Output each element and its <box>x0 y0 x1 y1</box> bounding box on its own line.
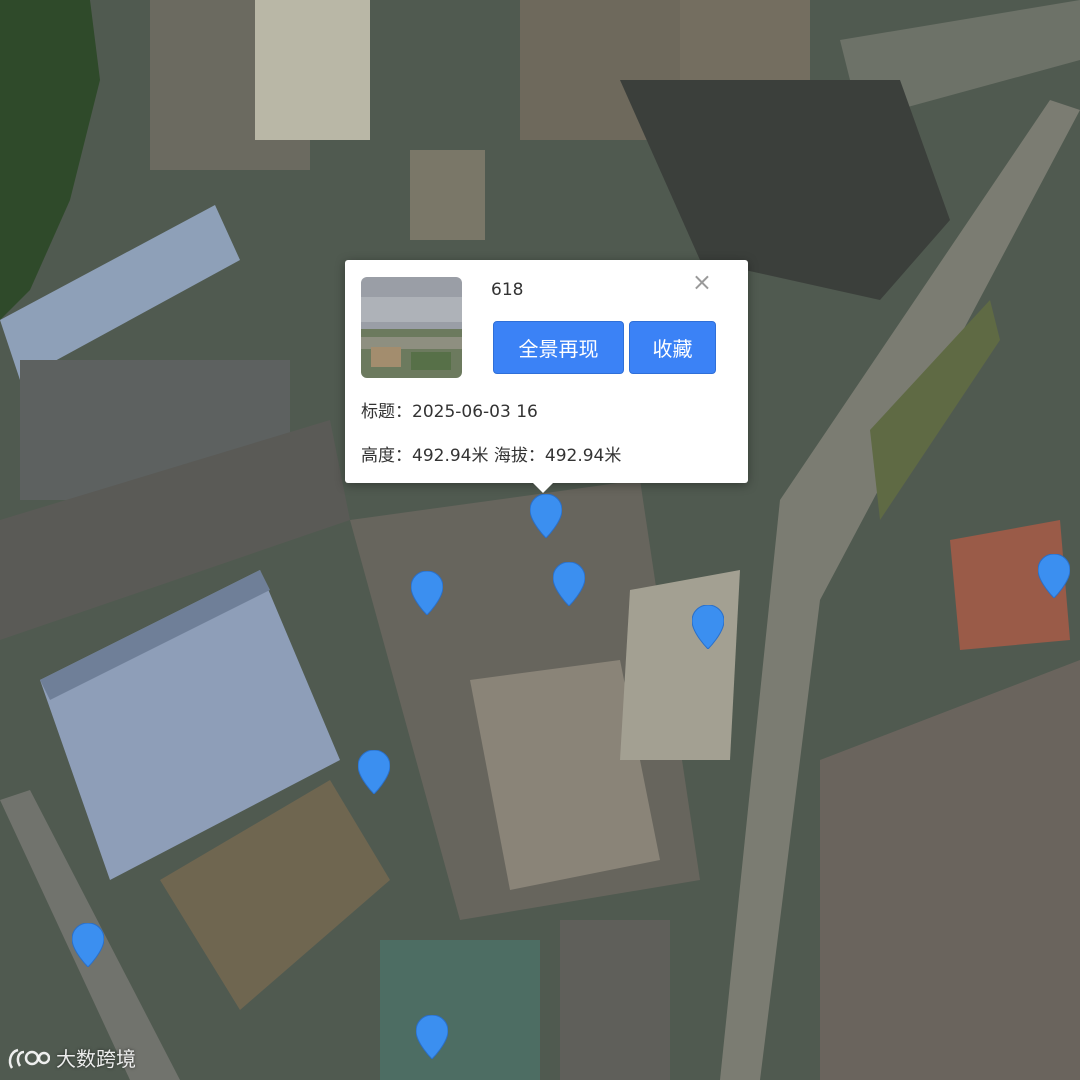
altitude-label: 海拔： <box>493 446 545 466</box>
title-label: 标题： <box>361 402 412 422</box>
map-marker[interactable] <box>411 571 443 615</box>
close-icon[interactable]: × <box>692 270 712 294</box>
info-popup: 618 × 全景再现 收藏 标题：2025-06-03 16 高度：492.94… <box>345 260 748 493</box>
panorama-replay-button[interactable]: 全景再现 <box>493 321 624 374</box>
map-marker[interactable] <box>1038 554 1070 598</box>
location-pin-icon <box>530 494 562 538</box>
location-pin-icon <box>692 605 724 649</box>
title-row: 标题：2025-06-03 16 <box>361 397 538 422</box>
favorite-button[interactable]: 收藏 <box>629 321 716 374</box>
map-marker[interactable] <box>692 605 724 649</box>
popup-id-label: 618 <box>491 280 524 300</box>
height-value: 492.94米 <box>412 446 489 466</box>
map-marker[interactable] <box>530 494 562 538</box>
brand-logo-icon <box>8 1048 50 1069</box>
panorama-thumbnail[interactable] <box>361 277 462 378</box>
watermark: 大数跨境 <box>6 1043 136 1072</box>
location-pin-icon <box>416 1015 448 1059</box>
location-pin-icon <box>358 750 390 794</box>
map-marker[interactable] <box>416 1015 448 1059</box>
location-pin-icon <box>411 571 443 615</box>
location-pin-icon <box>553 562 585 606</box>
height-row: 高度：492.94米 海拔：492.94米 <box>361 441 621 466</box>
map-marker[interactable] <box>72 923 104 967</box>
location-pin-icon <box>72 923 104 967</box>
title-value: 2025-06-03 16 <box>412 402 538 422</box>
popup-pointer <box>533 483 553 493</box>
location-pin-icon <box>1038 554 1070 598</box>
map-marker[interactable] <box>553 562 585 606</box>
map-marker[interactable] <box>358 750 390 794</box>
watermark-text: 大数跨境 <box>56 1047 136 1071</box>
height-label: 高度： <box>361 446 412 466</box>
satellite-map[interactable] <box>0 0 1080 1080</box>
altitude-value: 492.94米 <box>544 446 622 466</box>
